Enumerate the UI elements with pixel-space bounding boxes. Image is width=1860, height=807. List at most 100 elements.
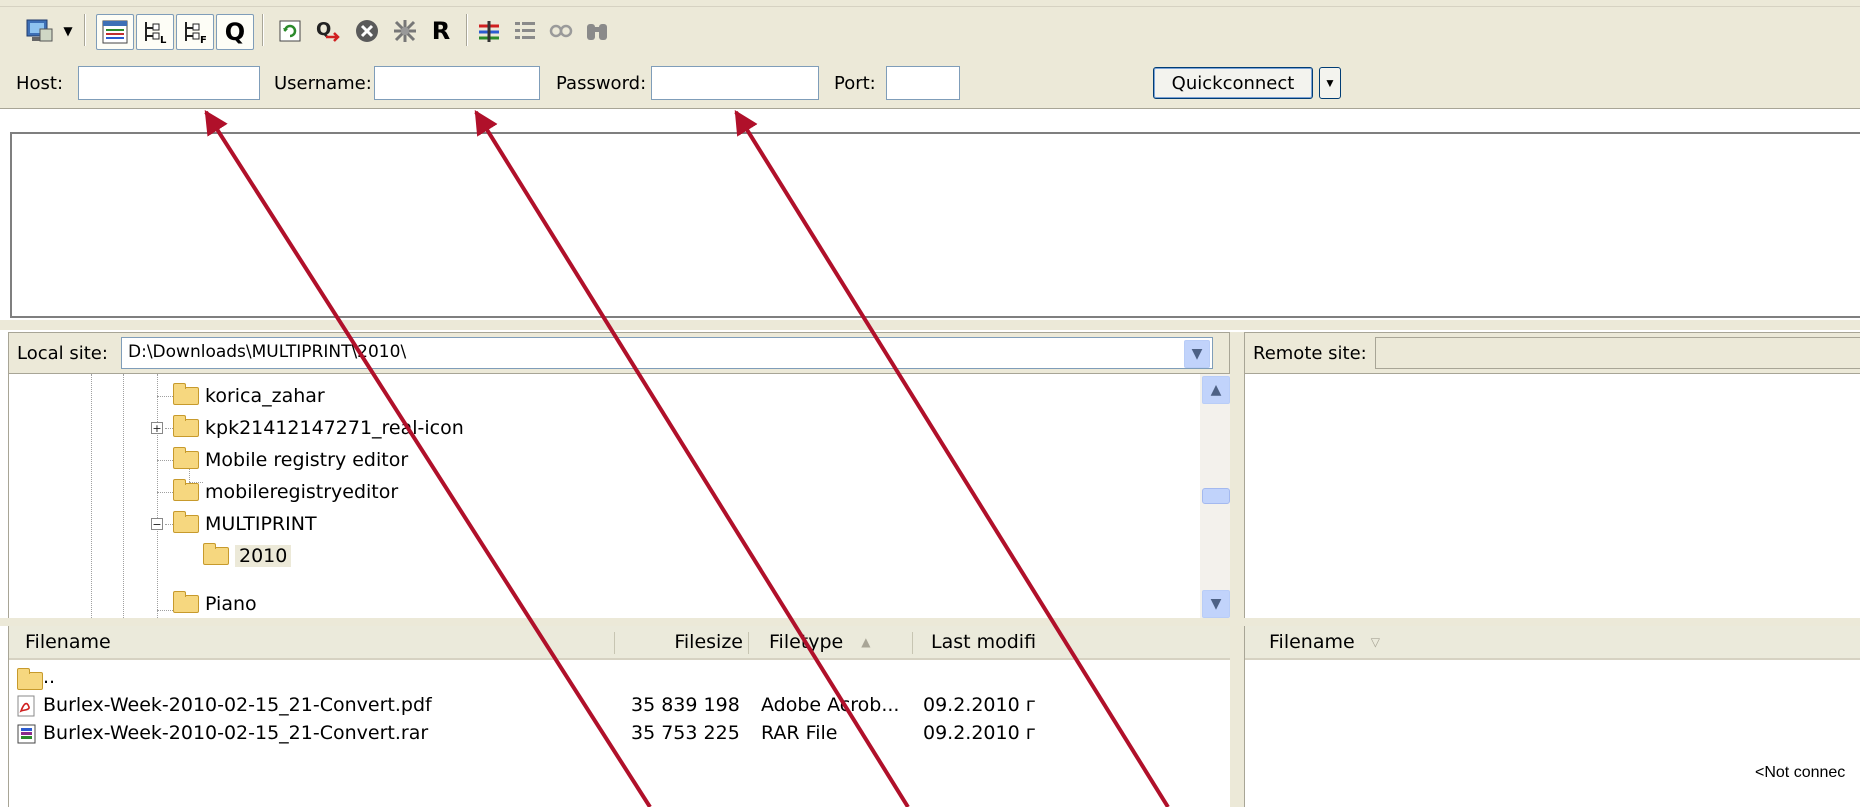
local-file-list[interactable]: Filename Filesize Filetype ▲ Last modifi… (8, 626, 1230, 807)
tree-node[interactable]: Piano (173, 588, 257, 618)
folder-icon (173, 479, 199, 501)
tree-node-label: MULTIPRINT (205, 513, 317, 535)
chevron-down-icon[interactable]: ▼ (1184, 340, 1210, 368)
file-modified: 09.2.2010 г (923, 722, 1036, 744)
local-site-path-combo[interactable]: D:\Downloads\MULTIPRINT\2010\ ▼ (121, 337, 1213, 369)
tree-node[interactable]: Mobile registry editor (173, 444, 408, 476)
tree-guide-line (157, 374, 158, 618)
tree-node[interactable]: mobileregistryeditor (173, 476, 398, 508)
reconnect-icon-letter: R (431, 17, 451, 45)
process-queue-icon[interactable]: Q (312, 14, 344, 48)
local-site-label: Local site: (17, 343, 108, 364)
file-row[interactable]: Burlex-Week-2010-02-15_21-Convert.pdf 35… (9, 692, 1230, 720)
tree-collapse-icon[interactable]: − (151, 518, 163, 530)
remote-site-bar: Remote site: (1244, 332, 1860, 374)
tree-node-label: Mobile registry editor (205, 449, 409, 471)
file-type: Adobe Acrob... (761, 694, 900, 716)
column-header-last-modified[interactable]: Last modifi (913, 626, 1230, 660)
vertical-splitter[interactable] (1230, 332, 1244, 807)
toolbar-separator (262, 14, 263, 46)
password-input[interactable] (651, 66, 819, 100)
tree-guide-line (123, 374, 124, 618)
chevron-down-icon: ▼ (1324, 76, 1336, 90)
column-header-filename[interactable]: Filename (9, 626, 615, 660)
toolbar-separator (466, 14, 467, 46)
tree-guide-line (157, 492, 173, 493)
file-name: Burlex-Week-2010-02-15_21-Convert.pdf (43, 694, 432, 716)
open-folder-icon (203, 543, 229, 565)
column-header-label: Filename (1269, 631, 1355, 653)
sort-descending-icon: ▽ (1370, 635, 1380, 649)
tree-node-selected[interactable]: 2010 (203, 540, 292, 572)
file-name: .. (43, 666, 56, 688)
site-manager-icon[interactable] (22, 14, 56, 48)
folder-icon (173, 591, 199, 613)
local-directory-tree[interactable]: + − korica_zahar kpk21412147271_real-ico… (8, 374, 1230, 618)
tree-expand-icon[interactable]: + (151, 422, 163, 434)
local-site-bar: Local site: D:\Downloads\MULTIPRINT\2010… (8, 332, 1230, 374)
local-tree-scrollbar[interactable]: ▲ ▼ (1200, 374, 1230, 618)
search-icon[interactable] (582, 14, 612, 48)
tree-node[interactable]: MULTIPRINT (173, 508, 317, 540)
column-header-filetype[interactable]: Filetype ▲ (749, 626, 913, 660)
file-name: Burlex-Week-2010-02-15_21-Convert.rar (43, 722, 429, 744)
quickconnect-dropdown-button[interactable]: ▼ (1319, 67, 1341, 99)
scroll-down-icon[interactable]: ▼ (1202, 590, 1230, 618)
file-size: 35 839 198 (631, 694, 740, 716)
folder-icon (173, 447, 199, 469)
remote-tree-icon[interactable]: F (176, 14, 214, 50)
quickconnect-bar: Host: Username: Password: Port: Quickcon… (0, 56, 1860, 109)
port-input[interactable] (886, 66, 960, 100)
pdf-file-icon (17, 695, 35, 717)
username-label: Username: (274, 73, 372, 94)
horizontal-splitter[interactable] (0, 320, 1860, 330)
compare-icon[interactable] (474, 14, 504, 48)
queue-icon-letter: Q (224, 18, 246, 46)
password-label: Password: (556, 73, 647, 94)
remote-site-path-combo[interactable] (1375, 337, 1860, 369)
scroll-up-icon[interactable]: ▲ (1202, 376, 1230, 404)
remote-directory-tree[interactable] (1244, 374, 1860, 618)
site-manager-dropdown-icon[interactable]: ▼ (60, 14, 76, 48)
column-header-label: Filetype (769, 631, 844, 653)
username-input[interactable] (374, 66, 540, 100)
folder-icon (173, 383, 199, 405)
column-header-label: Last modifi (931, 631, 1037, 653)
scrollbar-thumb[interactable] (1202, 488, 1230, 504)
not-connected-status: <Not connec (1755, 764, 1846, 781)
column-header-filesize[interactable]: Filesize (615, 626, 749, 660)
local-site-path-text: D:\Downloads\MULTIPRINT\2010\ (128, 342, 407, 362)
refresh-icon[interactable] (274, 14, 306, 48)
horizontal-splitter[interactable] (0, 618, 1860, 626)
port-label: Port: (834, 73, 876, 94)
tree-node[interactable]: kpk21412147271_real-icon (173, 412, 464, 444)
tree-guide-line (157, 610, 173, 611)
host-label: Host: (16, 73, 64, 94)
cancel-icon[interactable] (352, 14, 382, 48)
file-row[interactable]: Burlex-Week-2010-02-15_21-Convert.rar 35… (9, 720, 1230, 748)
folder-icon (173, 415, 199, 437)
tree-guide-line (157, 460, 173, 461)
tree-node-label: kpk21412147271_real-icon (205, 417, 464, 439)
column-header-filename[interactable]: Filename ▽ (1245, 626, 1860, 660)
remote-file-list[interactable]: Filename ▽ <Not connec (1244, 626, 1860, 807)
tree-node-label: mobileregistryeditor (205, 481, 399, 503)
sync-browse-icon[interactable] (546, 14, 576, 48)
disconnect-icon[interactable] (390, 14, 420, 48)
local-tree-icon[interactable]: L (136, 14, 174, 50)
message-log-icon[interactable] (96, 14, 134, 50)
reconnect-icon[interactable]: R (426, 14, 456, 48)
file-row[interactable]: .. (9, 664, 1230, 692)
filter-icon[interactable] (510, 14, 540, 48)
message-log-panel[interactable] (10, 132, 1860, 318)
quickconnect-button[interactable]: Quickconnect (1153, 67, 1313, 99)
host-input[interactable] (78, 66, 260, 100)
remote-site-label: Remote site: (1253, 343, 1367, 364)
tree-node[interactable]: korica_zahar (173, 380, 325, 412)
tree-node-label: 2010 (235, 545, 292, 567)
svg-text:F: F (200, 35, 207, 45)
queue-icon[interactable]: Q (216, 14, 254, 50)
rar-file-icon (17, 724, 36, 744)
tree-guide-line (91, 374, 92, 618)
column-header-label: Filename (25, 631, 111, 653)
